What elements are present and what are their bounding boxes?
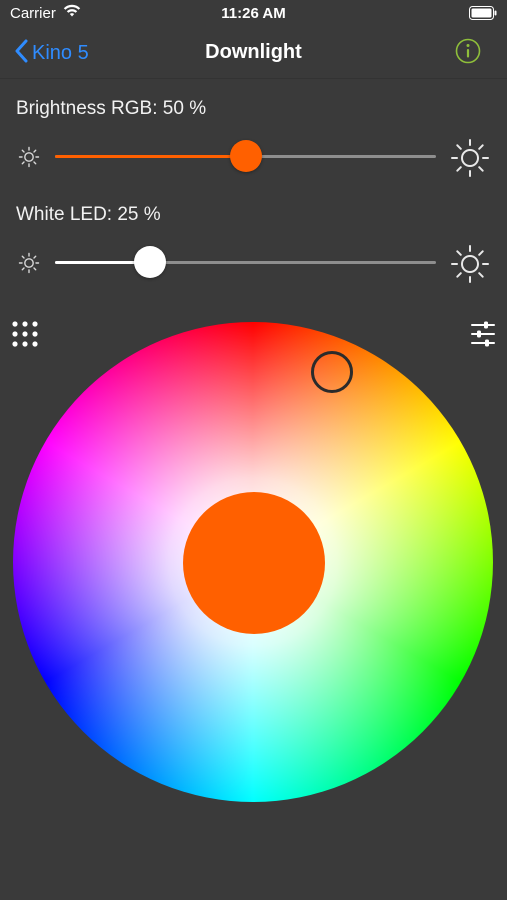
sliders-icon[interactable] xyxy=(470,320,496,353)
info-button[interactable] xyxy=(455,38,481,64)
sun-small-icon xyxy=(18,252,40,279)
clock-time: 11:26 AM xyxy=(221,5,286,22)
white-led-label: White LED: 25 % xyxy=(16,204,161,225)
status-bar: Carrier 11:26 AM xyxy=(0,0,507,28)
navigation-bar: Kino 5 Downlight xyxy=(0,28,507,79)
brightness-slider-row xyxy=(0,137,507,177)
brightness-slider-thumb[interactable] xyxy=(229,140,262,172)
color-picker-handle[interactable] xyxy=(311,351,353,393)
white-led-slider-row xyxy=(0,243,507,283)
white-led-slider[interactable] xyxy=(55,246,436,278)
sun-large-icon xyxy=(450,138,490,183)
info-icon xyxy=(455,38,481,64)
battery-icon xyxy=(469,6,497,25)
sun-small-icon xyxy=(18,146,40,173)
brightness-slider-fill xyxy=(55,155,246,158)
brightness-label: Brightness RGB: 50 % xyxy=(16,98,207,119)
brightness-slider[interactable] xyxy=(55,140,436,172)
grid-dots-icon[interactable] xyxy=(12,321,38,352)
page-title: Downlight xyxy=(205,41,302,63)
sun-large-icon xyxy=(450,244,490,289)
white-led-slider-thumb[interactable] xyxy=(134,246,167,278)
selected-color-swatch xyxy=(183,492,325,634)
